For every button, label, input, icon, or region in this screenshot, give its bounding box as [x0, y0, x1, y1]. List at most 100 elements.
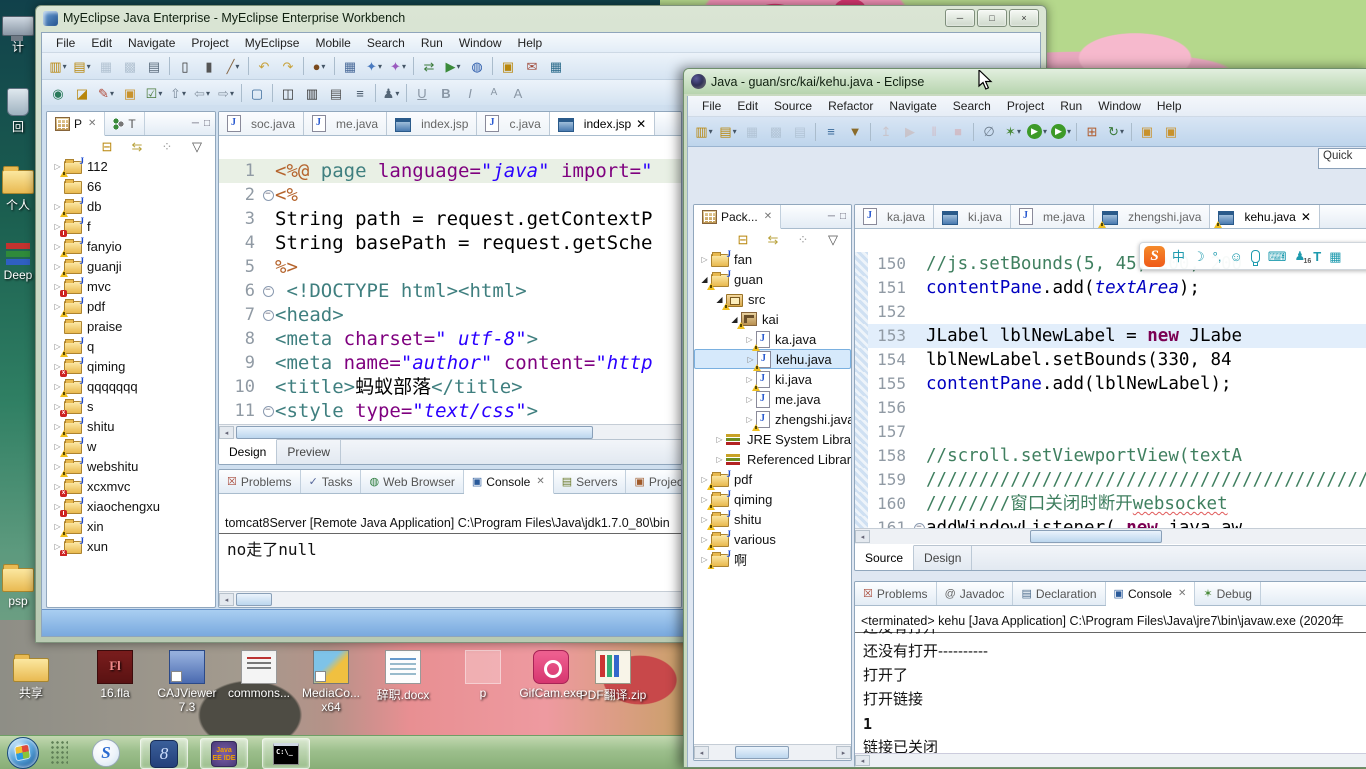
tree-item-shitu[interactable]: ▷shitu	[47, 416, 215, 436]
tab-web-browser[interactable]: ◍Web Browser	[361, 470, 463, 493]
dropdown-arrow-icon[interactable]: ▾	[402, 62, 406, 71]
tab-tasks[interactable]: ✓Tasks	[301, 470, 362, 493]
desktop-icon-个人[interactable]: 个人	[0, 162, 36, 213]
terminate-icon[interactable]: ■	[946, 121, 970, 143]
upload-icon[interactable]: ⇧▾	[166, 82, 190, 104]
tree-item-xun[interactable]: ▷xxun	[47, 536, 215, 556]
microphone-icon[interactable]	[1251, 250, 1260, 263]
scroll-thumb[interactable]	[735, 746, 789, 759]
step-return-icon[interactable]: ↥	[874, 121, 898, 143]
tab-debug[interactable]: ✶Debug	[1195, 582, 1261, 605]
disconnect-icon[interactable]: ∅	[977, 121, 1001, 143]
redo-icon[interactable]: ↷	[276, 55, 300, 77]
taskbar-sogou-input[interactable]: S	[92, 738, 120, 767]
build-hammer-icon[interactable]: ╱▾	[221, 55, 245, 77]
dropdown-arrow-icon[interactable]: ▾	[110, 89, 114, 98]
tab-zhengshi-java[interactable]: zhengshi.java	[1094, 205, 1210, 228]
menu-mobile[interactable]: Mobile	[307, 35, 358, 51]
link-with-editor-icon[interactable]: ⇆	[761, 228, 785, 250]
close-icon[interactable]: ✕	[636, 117, 646, 131]
tree-item-guan[interactable]: ◢guan	[694, 269, 851, 289]
menu-file[interactable]: File	[694, 98, 729, 114]
tree-item-66[interactable]: 66	[47, 176, 215, 196]
filter-icon[interactable]: ▼	[843, 121, 867, 143]
italic-icon[interactable]: I	[458, 82, 482, 104]
tree-item-f[interactable]: ▷f	[47, 216, 215, 236]
paint-pencil-icon[interactable]: ✎▾	[94, 82, 118, 104]
console-hscrollbar[interactable]: ◂	[219, 591, 681, 607]
close-button[interactable]: ×	[1009, 9, 1039, 27]
tree-item-mvc[interactable]: ▷mvc	[47, 276, 215, 296]
desktop-icon-回[interactable]: 回	[0, 88, 36, 135]
collapsed-arrow-icon[interactable]: ▷	[713, 455, 726, 464]
quick-access-box[interactable]: Quick	[1318, 148, 1366, 169]
menu-file[interactable]: File	[48, 35, 83, 51]
tab-p[interactable]: P✕	[47, 112, 105, 136]
dropdown-arrow-icon[interactable]: ▾	[395, 89, 399, 98]
taskbar-javaee-ide[interactable]: Java EE IDE	[200, 738, 248, 769]
dropdown-arrow-icon[interactable]: ▾	[1017, 127, 1021, 136]
tree-item-xcxmvc[interactable]: ▷xxcxmvc	[47, 476, 215, 496]
desktop-icon-计[interactable]: 计	[0, 14, 36, 55]
jsp-editor[interactable]: 1<%@ page language="java" import="2−<%3S…	[219, 159, 681, 447]
desktop-icon-pdf翻译-zip[interactable]: PDF翻译.zip	[578, 650, 648, 703]
menu-help[interactable]: Help	[1149, 98, 1190, 114]
half-full-moon-icon[interactable]: ☽	[1193, 250, 1205, 263]
tab-ka-java[interactable]: ka.java	[855, 205, 934, 228]
table-view-icon[interactable]: ▦	[544, 55, 568, 77]
desktop-icon-commons[interactable]: commons...	[224, 650, 294, 700]
sogou-logo-icon[interactable]: S	[1144, 246, 1165, 267]
tree-item-ki-java[interactable]: ▷ki.java	[694, 369, 851, 389]
open-folder-icon[interactable]: ▣	[118, 82, 142, 104]
dropdown-arrow-icon[interactable]: ▾	[182, 89, 186, 98]
menu-window[interactable]: Window	[451, 35, 510, 51]
desktop-icon-psp[interactable]: psp	[0, 560, 36, 608]
new-junit-icon[interactable]: ↻▾	[1104, 121, 1128, 143]
taskbar-command-prompt[interactable]: C:\_	[262, 738, 310, 769]
collapsed-arrow-icon[interactable]: ▷	[743, 395, 756, 404]
tab-soc-java[interactable]: soc.java	[219, 112, 304, 135]
menu-edit[interactable]: Edit	[83, 35, 120, 51]
tree-item-zhengshi-java[interactable]: ▷zhengshi.java	[694, 409, 851, 429]
new-icon[interactable]: ▥▾	[46, 55, 70, 77]
editor-hscrollbar[interactable]: ◂	[855, 528, 1366, 544]
mail-icon[interactable]: ✉	[520, 55, 544, 77]
collapse-all-icon[interactable]: ⊟	[95, 135, 119, 157]
save-all-icon[interactable]: ▩	[118, 55, 142, 77]
close-icon[interactable]: ✕	[536, 476, 544, 487]
tab-me-java[interactable]: me.java	[1011, 205, 1094, 228]
tab-t[interactable]: T	[105, 112, 144, 135]
scroll-left-arrow[interactable]: ◂	[694, 746, 709, 759]
menu-run[interactable]: Run	[1052, 98, 1090, 114]
font-larger-icon[interactable]: A	[506, 82, 530, 104]
maximize-view-icon[interactable]: □	[840, 211, 846, 222]
save-all-icon[interactable]: ▩	[764, 121, 788, 143]
tree-item-various[interactable]: ▷various	[694, 529, 851, 549]
dropdown-arrow-icon[interactable]: ▾	[378, 62, 382, 71]
tree-item-ka-java[interactable]: ▷ka.java	[694, 329, 851, 349]
collapse-all-icon[interactable]: ⊟	[731, 228, 755, 250]
tree-item-s[interactable]: ▷xs	[47, 396, 215, 416]
tab-console[interactable]: ▣Console✕	[1106, 582, 1196, 606]
dropdown-arrow-icon[interactable]: ▾	[158, 89, 162, 98]
open-type-icon[interactable]: ▣	[1135, 121, 1159, 143]
close-icon[interactable]: ✕	[764, 211, 772, 222]
forward-icon[interactable]: ⇨▾	[214, 82, 238, 104]
tab-problems[interactable]: ☒Problems	[855, 582, 937, 605]
tree-item-qiming[interactable]: ▷xqiming	[47, 356, 215, 376]
tree-item-referenced-librari[interactable]: ▷Referenced Librari	[694, 449, 851, 469]
split-vertical-icon[interactable]: ▥	[300, 82, 324, 104]
menu-search[interactable]: Search	[945, 98, 999, 114]
explorer-hscrollbar[interactable]: ◂ ▸	[694, 744, 851, 760]
resume-icon[interactable]: ▶	[898, 121, 922, 143]
tab-me-java[interactable]: me.java	[304, 112, 387, 135]
new-icon[interactable]: ▥▾	[692, 121, 716, 143]
desktop-icon-共享[interactable]: 共享	[0, 650, 66, 701]
new-wizard-icon[interactable]: ▤▾	[716, 121, 740, 143]
console-hscrollbar[interactable]: ◂	[855, 753, 1366, 767]
open-report-icon[interactable]: ▣	[496, 55, 520, 77]
menu-grid-icon[interactable]: ▦	[1329, 250, 1341, 263]
menu-run[interactable]: Run	[413, 35, 451, 51]
tab-design[interactable]: Design	[219, 439, 277, 464]
tree-item-q[interactable]: ▷q	[47, 336, 215, 356]
